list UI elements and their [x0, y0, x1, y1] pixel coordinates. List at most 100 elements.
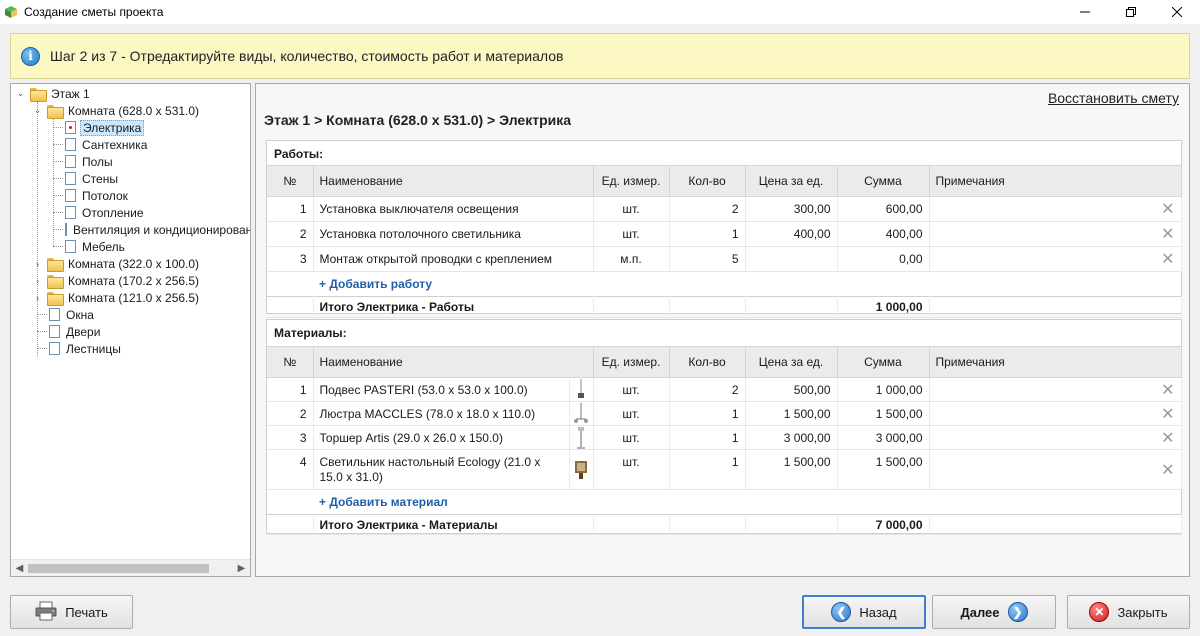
materials-total-row: Итого Электрика - Материалы 7 000,00 [267, 514, 1182, 535]
add-material-link[interactable]: + Добавить материал [319, 495, 448, 509]
tree-item-walls[interactable]: Стены [65, 170, 120, 187]
tree-item-electrics[interactable]: Электрика [65, 119, 145, 136]
delete-row-icon[interactable]: ✕ [929, 449, 1182, 490]
close-button[interactable]: ✕ Закрыть [1067, 595, 1190, 629]
tree-item-plumbing[interactable]: Сантехника [65, 136, 149, 153]
tree-horizontal-scrollbar[interactable]: ◀ ▶ [11, 559, 250, 576]
window-title: Создание сметы проекта [24, 5, 164, 19]
restore-window-button[interactable] [1108, 0, 1154, 24]
col-sum[interactable]: Сумма [837, 165, 930, 197]
print-button[interactable]: Печать [10, 595, 133, 629]
folder-icon [47, 291, 64, 306]
close-icon: ✕ [1089, 602, 1110, 622]
col-name[interactable]: Наименование [313, 346, 594, 378]
table-row[interactable]: 2 Установка потолочного светильника шт. … [267, 221, 1182, 247]
materials-table: № Наименование Ед. измер. Кол-во Цена за… [267, 346, 1182, 535]
scroll-right-icon[interactable]: ▶ [233, 560, 250, 577]
tree-item-room-1[interactable]: Комната (628.0 x 531.0) [47, 102, 201, 119]
cell-name[interactable]: Торшер Artis (29.0 x 26.0 x 150.0) [313, 425, 570, 450]
tree-item-room-2[interactable]: Комната (322.0 x 100.0) [47, 255, 201, 272]
project-tree[interactable]: ⌄ Этаж 1 ⌄ Комната (628.0 x 531.0) Элект… [10, 83, 251, 577]
scroll-thumb[interactable] [28, 564, 209, 573]
expand-room-2-toggle[interactable]: › [33, 259, 42, 269]
next-button[interactable]: Далее ❯ [932, 595, 1056, 629]
product-thumbnail [569, 425, 594, 450]
tree-item-floors[interactable]: Полы [65, 153, 115, 170]
col-notes[interactable]: Примечания [929, 165, 1182, 197]
table-row[interactable]: 1 Установка выключателя освещения шт. 2 … [267, 196, 1182, 222]
step-info-text: Шаг 2 из 7 - Отредактируйте виды, количе… [50, 48, 564, 64]
col-notes[interactable]: Примечания [929, 346, 1182, 378]
col-unit[interactable]: Ед. измер. [593, 346, 670, 378]
table-row[interactable]: 3 Монтаж открытой проводки с креплением … [267, 246, 1182, 272]
next-button-label: Далее [960, 604, 1000, 620]
table-row[interactable]: 4 Светильник настольный Ecology (21.0 x … [267, 449, 1182, 490]
delete-row-icon[interactable]: ✕ [929, 377, 1182, 402]
minimize-button[interactable] [1062, 0, 1108, 24]
cell-name[interactable]: Монтаж открытой проводки с креплением [313, 246, 594, 272]
col-qty[interactable]: Кол-во [669, 346, 746, 378]
col-unit[interactable]: Ед. измер. [593, 165, 670, 197]
delete-row-icon[interactable]: ✕ [929, 401, 1182, 426]
delete-row-icon[interactable]: ✕ [929, 246, 1182, 272]
expand-room-3-toggle[interactable]: › [33, 276, 42, 286]
page-icon [65, 138, 76, 151]
delete-row-icon[interactable]: ✕ [929, 425, 1182, 450]
tree-item-doors[interactable]: Двери [49, 323, 102, 340]
chandelier-icon [573, 402, 589, 425]
table-row[interactable]: 1 Подвес PASTERI (53.0 x 53.0 x 100.0) ш… [267, 377, 1182, 402]
page-icon [49, 308, 60, 321]
table-row[interactable]: 2 Люстра MACCLES (78.0 x 18.0 x 110.0) ш… [267, 401, 1182, 426]
cell-name[interactable]: Люстра MACCLES (78.0 x 18.0 x 110.0) [313, 401, 570, 426]
page-icon [49, 342, 60, 355]
tree-item-room-3[interactable]: Комната (170.2 x 256.5) [47, 272, 201, 289]
works-table: № Наименование Ед. измер. Кол-во Цена за… [267, 165, 1182, 318]
col-price[interactable]: Цена за ед. [745, 346, 838, 378]
col-price[interactable]: Цена за ед. [745, 165, 838, 197]
page-icon [65, 223, 67, 236]
expand-room-4-toggle[interactable]: › [33, 293, 42, 303]
add-work-link[interactable]: + Добавить работу [319, 277, 432, 291]
works-total-value: 1 000,00 [837, 296, 930, 318]
delete-row-icon[interactable]: ✕ [929, 196, 1182, 222]
page-icon [65, 189, 76, 202]
scroll-left-icon[interactable]: ◀ [11, 560, 28, 577]
arrow-left-icon: ❮ [831, 602, 852, 622]
tree-item-windows[interactable]: Окна [49, 306, 96, 323]
folder-icon [47, 274, 64, 289]
tree-item-room-4[interactable]: Комната (121.0 x 256.5) [47, 289, 201, 306]
col-num[interactable]: № [267, 346, 314, 378]
print-button-label: Печать [65, 604, 108, 620]
page-icon [49, 325, 60, 338]
tree-item-ventilation[interactable]: Вентиляция и кондиционирование [65, 221, 250, 238]
materials-section: Материалы: № Наименование Ед. измер. Кол… [266, 319, 1182, 535]
tree-item-stairs[interactable]: Лестницы [49, 340, 123, 357]
product-thumbnail [569, 377, 594, 402]
tree-item-ceiling[interactable]: Потолок [65, 187, 130, 204]
cell-name[interactable]: Установка потолочного светильника [313, 221, 594, 247]
tree-item-furniture[interactable]: Мебель [65, 238, 127, 255]
restore-estimate-link[interactable]: Восстановить смету [1048, 90, 1179, 106]
col-qty[interactable]: Кол-во [669, 165, 746, 197]
collapse-floor-toggle[interactable]: ⌄ [16, 88, 25, 98]
delete-row-icon[interactable]: ✕ [929, 221, 1182, 247]
folder-open-icon [47, 104, 64, 119]
table-row[interactable]: 3 Торшер Artis (29.0 x 26.0 x 150.0) шт.… [267, 425, 1182, 450]
cell-name[interactable]: Установка выключателя освещения [313, 196, 594, 222]
cell-name[interactable]: Подвес PASTERI (53.0 x 53.0 x 100.0) [313, 377, 570, 402]
col-num[interactable]: № [267, 165, 314, 197]
col-sum[interactable]: Сумма [837, 346, 930, 378]
cell-name[interactable]: Светильник настольный Ecology (21.0 x 15… [313, 449, 570, 490]
works-header-row: № Наименование Ед. измер. Кол-во Цена за… [267, 165, 1182, 197]
tree-item-heating[interactable]: Отопление [65, 204, 146, 221]
materials-total-value: 7 000,00 [837, 514, 930, 535]
close-button-label: Закрыть [1117, 604, 1168, 620]
page-icon [65, 172, 76, 185]
collapse-room-toggle[interactable]: ⌄ [33, 105, 42, 115]
product-thumbnail [569, 449, 594, 490]
folder-icon [47, 257, 64, 272]
close-window-button[interactable] [1154, 0, 1200, 24]
col-name[interactable]: Наименование [313, 165, 594, 197]
tree-item-floor[interactable]: Этаж 1 [30, 85, 92, 102]
back-button[interactable]: ❮ Назад [802, 595, 926, 629]
